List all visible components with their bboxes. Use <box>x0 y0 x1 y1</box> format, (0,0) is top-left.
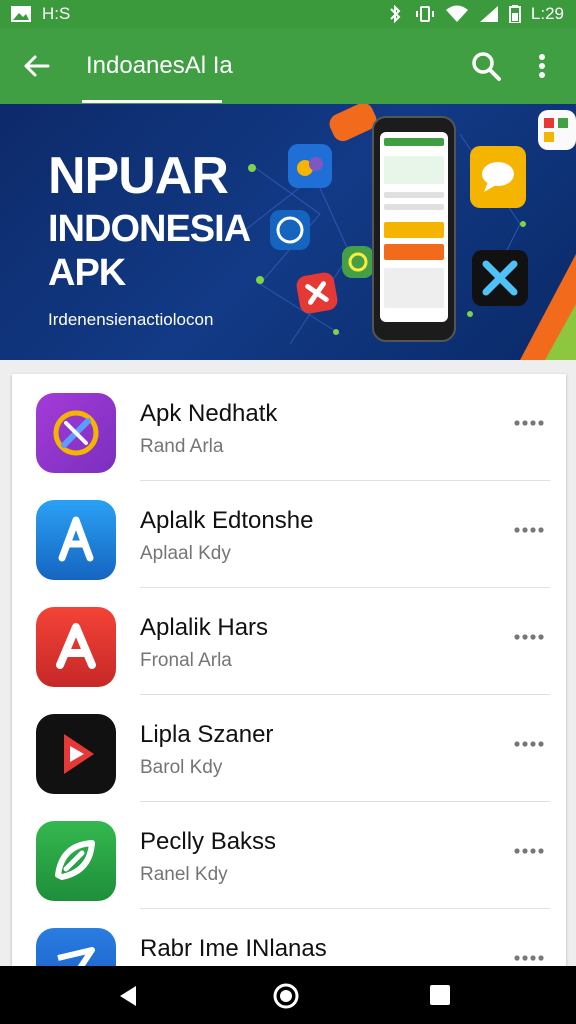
promo-banner[interactable]: NPUAR INDONESIA APK Irdenensienactioloco… <box>0 104 576 360</box>
home-icon[interactable] <box>272 982 300 1010</box>
banner-heading-1: NPUAR <box>48 147 229 205</box>
list-item[interactable]: Aplalk Edtonshe Aplaal Kdy <box>12 481 566 588</box>
signal-icon <box>479 6 498 22</box>
app-name: Peclly Bakss <box>140 828 277 855</box>
floating-x-icon <box>472 250 528 306</box>
a-letter-icon <box>36 607 116 687</box>
app-bar-title: IndoanesAl Ia <box>86 52 233 79</box>
app-list: Apk Nedhatk Rand Arla Aplalk Edtonshe Ap… <box>12 374 566 974</box>
status-right: L:29 <box>385 4 564 24</box>
recents-icon[interactable] <box>428 983 452 1007</box>
more-horiz-icon[interactable] <box>512 737 546 751</box>
title-indicator <box>82 100 222 103</box>
floating-target-icon <box>342 246 374 278</box>
back-icon[interactable] <box>114 982 142 1010</box>
floating-grid-icon <box>538 110 576 150</box>
more-horiz-icon[interactable] <box>512 630 546 644</box>
more-vert-icon[interactable] <box>530 48 554 84</box>
app-subtitle: Barol Kdy <box>140 757 223 778</box>
status-time: L:29 <box>530 4 564 23</box>
list-item[interactable]: Rabr Ime INlanas <box>12 909 566 974</box>
list-item[interactable]: Apk Nedhatk Rand Arla <box>12 374 566 481</box>
app-name: Rabr Ime INlanas <box>140 935 327 962</box>
more-horiz-icon[interactable] <box>512 951 546 965</box>
status-bar: H:S L:29 <box>0 0 576 28</box>
back-arrow-icon[interactable] <box>18 48 54 84</box>
app-subtitle: Aplaal Kdy <box>140 543 231 564</box>
list-item[interactable]: Peclly Bakss Ranel Kdy <box>12 802 566 909</box>
app-name: Aplalk Edtonshe <box>140 507 314 534</box>
phone-screen <box>380 132 448 322</box>
status-left-label: H:S <box>42 4 71 23</box>
more-horiz-icon[interactable] <box>512 523 546 537</box>
more-horiz-icon[interactable] <box>512 416 546 430</box>
app-subtitle: Rand Arla <box>140 436 224 457</box>
app-bar: IndoanesAl Ia <box>0 28 576 104</box>
floating-chat-icon <box>470 146 526 208</box>
battery-icon <box>508 5 521 23</box>
photo-notification-icon <box>11 6 31 22</box>
status-left: H:S <box>10 4 70 24</box>
bluetooth-icon <box>390 5 401 23</box>
compass-icon <box>36 393 116 473</box>
wifi-icon <box>445 5 468 22</box>
play-icon <box>36 714 116 794</box>
list-item[interactable]: Lipla Szaner Barol Kdy <box>12 695 566 802</box>
floating-close-icon <box>294 270 340 316</box>
list-item[interactable]: Aplalik Hars Fronal Arla <box>12 588 566 695</box>
floating-face-icon <box>270 210 310 250</box>
banner-subtitle: Irdenensienactiolocon <box>48 310 214 329</box>
banner-heading-3: APK <box>48 252 126 294</box>
app-subtitle: Ranel Kdy <box>140 864 228 885</box>
phone-mockup-image <box>372 116 456 342</box>
system-nav-bar <box>0 966 576 1024</box>
app-name: Lipla Szaner <box>140 721 274 748</box>
app-name: Aplalik Hars <box>140 614 269 641</box>
app-store-icon <box>36 500 116 580</box>
vibrate-icon <box>415 6 434 22</box>
banner-heading-2: INDONESIA <box>48 208 251 250</box>
search-icon[interactable] <box>468 48 504 84</box>
app-name: Apk Nedhatk <box>140 400 278 427</box>
more-horiz-icon[interactable] <box>512 844 546 858</box>
leaf-icon <box>36 821 116 901</box>
app-subtitle: Fronal Arla <box>140 650 232 671</box>
floating-game-icon <box>288 144 332 188</box>
